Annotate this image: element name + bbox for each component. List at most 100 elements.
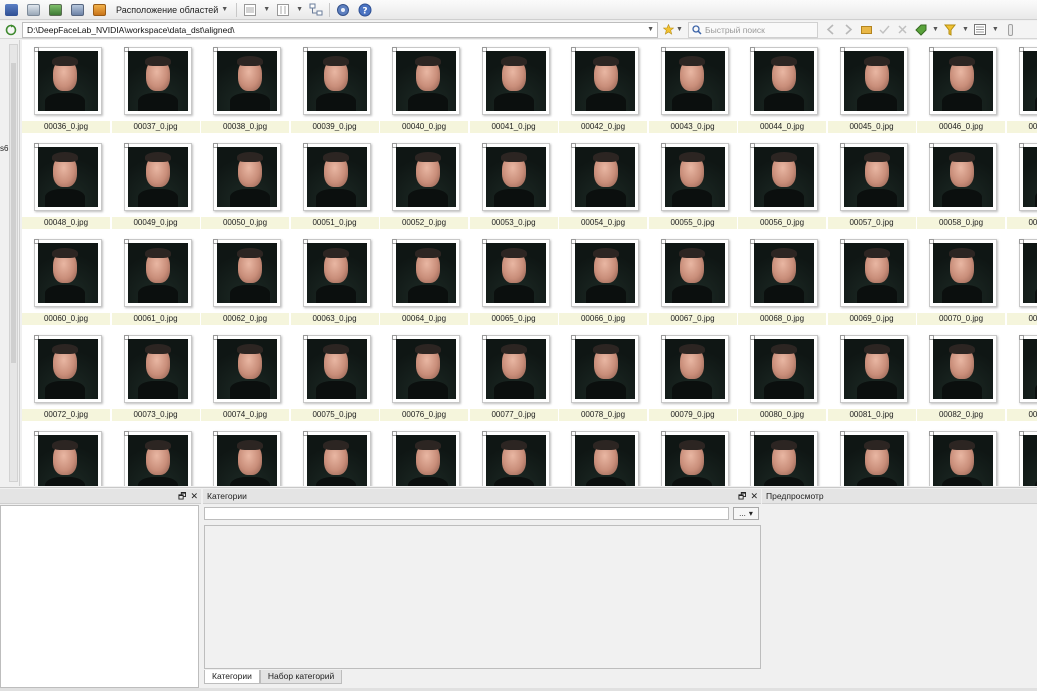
thumbnail-item[interactable]: 00073_0.jpg [111,328,200,421]
thumbnail-image[interactable] [750,239,818,307]
thumbnail-image[interactable] [481,335,550,403]
camera-icon[interactable] [68,2,86,18]
thumbnail-image[interactable] [1018,47,1037,115]
thumbnail-image[interactable] [34,335,102,403]
thumbnail-item[interactable]: 00075_0.jpg [290,328,379,421]
thumbnail-item[interactable]: 00059_0.jpg [1006,136,1037,229]
thumbnail-image[interactable] [750,143,818,211]
quick-search-input[interactable]: Быстрый поиск [688,21,818,38]
thumbnail-image[interactable] [1018,143,1037,211]
thumbnail-item[interactable]: 00074_0.jpg [201,328,289,421]
thumbnail-image[interactable] [481,431,550,486]
zoom-slider[interactable] [1004,23,1017,36]
tab-category-sets[interactable]: Набор категорий [259,670,343,684]
thumbnail-image[interactable] [481,239,550,307]
thumbnail-item[interactable]: 00071_0.jpg [1006,232,1037,325]
tab-categories[interactable]: Категории [204,670,260,684]
thumbnail-image[interactable] [660,47,729,115]
thumbnail-item[interactable]: 00083_0.jpg [1006,328,1037,421]
thumbnail-image[interactable] [123,335,192,403]
tree-icon[interactable] [307,2,325,18]
path-input[interactable]: D:\DeepFaceLab_NVIDIA\workspace\data_dst… [22,21,658,38]
thumbnail-item[interactable]: 00036_0.jpg [22,40,110,133]
thumbnail-image[interactable] [481,47,550,115]
thumbnail-item[interactable]: 00077_0.jpg [469,328,558,421]
thumbnail-image[interactable] [1018,335,1037,403]
delete-icon[interactable] [896,23,909,36]
refresh-icon[interactable] [0,21,22,39]
grid-icon[interactable] [241,2,259,18]
thumbnail-image[interactable] [839,239,908,307]
thumbnail-image[interactable] [213,239,281,307]
thumbnail-image[interactable] [750,431,818,486]
thumbnail-image[interactable] [213,143,281,211]
thumbnail-item[interactable]: 00069_0.jpg [827,232,916,325]
thumbnail-image[interactable] [750,47,818,115]
thumbnail-image[interactable] [392,431,460,486]
thumbnail-image[interactable] [302,431,371,486]
thumbnail-item[interactable]: 00052_0.jpg [380,136,468,229]
thumbnail-image[interactable] [839,431,908,486]
thumbnail-item[interactable]: 00041_0.jpg [469,40,558,133]
folder-icon[interactable] [2,2,20,18]
thumbnail-item[interactable]: 00057_0.jpg [827,136,916,229]
thumbnail-image[interactable] [302,239,371,307]
thumbnail-item[interactable]: 00049_0.jpg [111,136,200,229]
thumbnail-image[interactable] [123,239,192,307]
thumbnail-image[interactable] [571,431,639,486]
thumbnail-item[interactable]: 00051_0.jpg [290,136,379,229]
thumbnail-item[interactable] [559,424,647,486]
thumbnail-image[interactable] [123,143,192,211]
thumbnail-image[interactable] [213,47,281,115]
chevron-down-icon[interactable]: ▼ [932,26,939,33]
thumbnail-item[interactable]: 00072_0.jpg [22,328,110,421]
chevron-down-icon[interactable]: ▼ [962,26,969,33]
thumbnail-item[interactable]: 00079_0.jpg [648,328,737,421]
thumbnail-item[interactable] [917,424,1005,486]
thumbnail-item[interactable] [470,424,558,486]
thumbnail-item[interactable]: 00044_0.jpg [738,40,826,133]
thumbnail-item[interactable]: 00065_0.jpg [469,232,558,325]
thumbnail-item[interactable]: 00037_0.jpg [111,40,200,133]
thumbnail-image[interactable] [392,143,460,211]
thumbnail-item[interactable]: 00039_0.jpg [290,40,379,133]
thumbnail-item[interactable]: 00082_0.jpg [917,328,1005,421]
thumbnail-image[interactable] [302,143,371,211]
thumbnail-image[interactable] [929,47,997,115]
scrollbar-thumb[interactable] [11,63,16,363]
view-mode-icon[interactable] [974,23,987,36]
thumbnail-item[interactable] [22,424,110,486]
back-arrow-icon[interactable] [824,23,837,36]
thumbnail-image[interactable] [571,143,639,211]
category-browse-button[interactable]: ... ▾ [733,507,759,520]
thumbnail-item[interactable]: 00056_0.jpg [738,136,826,229]
thumbnail-item[interactable]: 00054_0.jpg [559,136,647,229]
thumbnail-item[interactable]: 00080_0.jpg [738,328,826,421]
thumbnail-item[interactable]: 00058_0.jpg [917,136,1005,229]
thumbnail-image[interactable] [660,239,729,307]
thumbnail-image[interactable] [123,431,192,486]
float-panel-icon[interactable]: 🗗 [178,489,186,504]
thumbnail-item[interactable] [380,424,468,486]
thumbnail-item[interactable]: 00045_0.jpg [827,40,916,133]
thumbnail-image[interactable] [839,335,908,403]
thumbnail-image[interactable] [392,47,460,115]
thumbnail-image[interactable] [34,143,102,211]
thumbnail-item[interactable] [649,424,737,486]
help-icon[interactable]: ? [356,2,374,18]
thumbnail-image[interactable] [213,431,281,486]
thumbnail-item[interactable]: 00070_0.jpg [917,232,1005,325]
thumbnail-image[interactable] [929,431,997,486]
thumbnail-image[interactable] [750,335,818,403]
thumbnail-image[interactable] [213,335,281,403]
thumbnail-item[interactable]: 00038_0.jpg [201,40,289,133]
forward-arrow-icon[interactable] [842,23,855,36]
thumbnail-image[interactable] [392,239,460,307]
thumbnail-item[interactable]: 00048_0.jpg [22,136,110,229]
thumbnail-item[interactable]: 00055_0.jpg [648,136,737,229]
thumbnail-image[interactable] [34,47,102,115]
open-folder-icon[interactable] [860,23,873,36]
thumbnail-image[interactable] [660,143,729,211]
tag-icon[interactable] [914,23,927,36]
close-icon[interactable]: ✕ [750,489,758,504]
